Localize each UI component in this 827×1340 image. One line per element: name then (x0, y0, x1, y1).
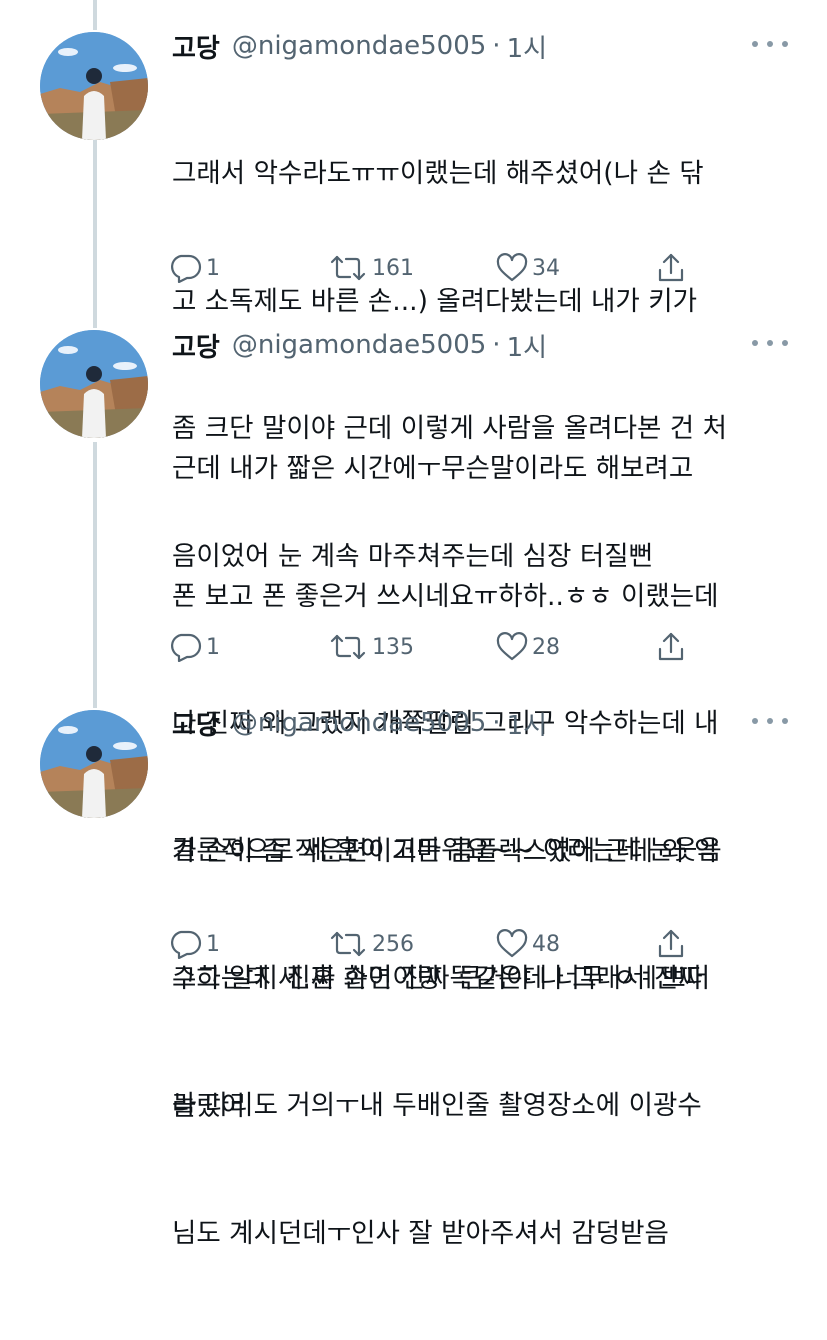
retweet-button[interactable]: 135 (328, 627, 414, 667)
retweet-count: 161 (372, 255, 414, 281)
tweet-text-line: 결론적으로 세.훈이 고마워요~~ 이러는데 눈웃음 (172, 835, 722, 866)
user-handle[interactable]: @nigamondae5005 (232, 31, 486, 61)
like-button[interactable]: 34 (496, 248, 560, 288)
separator: · (492, 330, 501, 360)
tweet-text-line: 라 다리도 거의ㅜ내 두배인줄 촬영장소에 이광수 (172, 1090, 702, 1121)
tweet-text-line: 폰 보고 폰 좋은거 쓰시네요ㅠ하하..ㅎㅎ 이랬는데 (172, 580, 719, 612)
separator: · (492, 708, 501, 738)
reply-button[interactable]: 1 (168, 924, 220, 964)
user-handle[interactable]: @nigamondae5005 (232, 708, 486, 738)
heart-icon (496, 253, 528, 282)
tweet-actions: 1 135 28 (168, 627, 708, 667)
tweet-text-line: 근데 내가 짧은 시간에ㅜ무슨말이라도 해보려고 (172, 453, 694, 484)
user-handle[interactable]: @nigamondae5005 (232, 330, 486, 360)
tweet-actions: 1 161 34 (168, 248, 708, 288)
heart-icon (496, 632, 528, 661)
retweet-button[interactable]: 256 (328, 924, 414, 964)
like-button[interactable]: 28 (496, 627, 560, 667)
tweet-header: 고당 @nigamondae5005 · 1시 (172, 26, 547, 66)
retweet-icon (330, 255, 366, 281)
tweet[interactable]: 고당 @nigamondae5005 · 1시 근데 내가 짧은 시간에ㅜ무슨말… (0, 325, 827, 1122)
reply-icon (171, 254, 202, 283)
more-icon[interactable] (752, 709, 788, 733)
reply-icon (171, 930, 202, 959)
retweet-icon (330, 634, 366, 660)
share-button[interactable] (656, 248, 686, 288)
separator: · (492, 31, 501, 61)
reply-count: 1 (206, 931, 220, 957)
tweet-text-line: 그래서 악수라도ㅠㅠ이랬는데 해주셨어(나 손 닦 (172, 158, 704, 189)
timestamp[interactable]: 1시 (507, 28, 547, 65)
tweet[interactable]: 고당 @nigamondae5005 · 1시 그래서 악수라도ㅠㅠ이랬는데 해… (0, 26, 827, 572)
heart-icon (496, 929, 528, 958)
like-button[interactable]: 48 (496, 924, 560, 964)
more-icon[interactable] (752, 331, 788, 355)
tweet[interactable]: 고당 @nigamondae5005 · 1시 결론적으로 세.훈이 고마워요~… (0, 703, 827, 1249)
like-count: 28 (532, 634, 560, 660)
display-name[interactable]: 고당 (172, 28, 220, 65)
share-button[interactable] (656, 924, 686, 964)
timestamp[interactable]: 1시 (507, 327, 547, 364)
display-name[interactable]: 고당 (172, 327, 220, 364)
like-count: 48 (532, 931, 560, 957)
share-icon (658, 632, 684, 661)
reply-button[interactable]: 1 (168, 248, 220, 288)
reply-count: 1 (206, 634, 220, 660)
avatar[interactable] (40, 32, 148, 140)
more-icon[interactable] (752, 32, 788, 56)
avatar[interactable] (40, 710, 148, 818)
tweet-header: 고당 @nigamondae5005 · 1시 (172, 325, 547, 365)
retweet-icon (330, 931, 366, 957)
tweet-header: 고당 @nigamondae5005 · 1시 (172, 703, 547, 743)
share-button[interactable] (656, 627, 686, 667)
retweet-button[interactable]: 161 (328, 248, 414, 288)
share-icon (658, 253, 684, 282)
retweet-count: 135 (372, 634, 414, 660)
display-name[interactable]: 고당 (172, 705, 220, 742)
avatar[interactable] (40, 330, 148, 438)
retweet-count: 256 (372, 931, 414, 957)
like-count: 34 (532, 255, 560, 281)
reply-button[interactable]: 1 (168, 627, 220, 667)
reply-icon (171, 633, 202, 662)
tweet-actions: 1 256 48 (168, 924, 708, 964)
tweet-text: 결론적으로 세.훈이 고마워요~~ 이러는데 눈웃음 그그 알지 진짜 화면이랑… (172, 745, 802, 1340)
tweet-text-line: 님도 계시던데ㅜ인사 잘 받아주셔서 감덩받음 (172, 1217, 669, 1249)
timestamp[interactable]: 1시 (507, 705, 547, 742)
share-icon (658, 929, 684, 958)
reply-count: 1 (206, 255, 220, 281)
